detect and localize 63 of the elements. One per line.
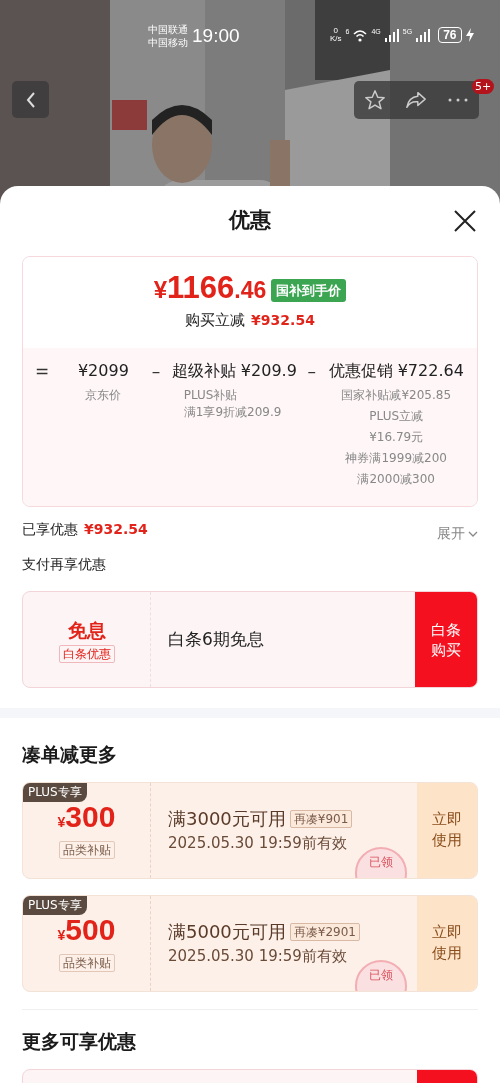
coupon-condition: 满3000元可用 <box>168 807 286 832</box>
coupon-validity: 2025.05.30 19:59前有效 <box>168 833 348 855</box>
carrier-label: 中国联通 <box>148 23 188 37</box>
close-icon <box>454 210 476 232</box>
coupon-category: 品类补贴 <box>58 840 115 859</box>
use-now-button[interactable]: 立即使用 <box>417 782 477 878</box>
baitiao-buy-button[interactable]: 白条购买 <box>415 592 477 687</box>
net-speed-unit: K/s <box>330 35 342 43</box>
breakdown-note: 国家补贴减¥205.85 <box>341 387 452 404</box>
coupon-amount: ¥500 <box>57 912 116 948</box>
section-title: 凑单减更多 <box>22 743 117 765</box>
breakdown-note: ¥16.79元 <box>369 429 424 446</box>
battery-indicator: 76 <box>438 27 462 43</box>
breakdown-note: 京东价 <box>85 387 122 404</box>
close-button[interactable] <box>452 208 478 234</box>
coupon-amount: ¥300 <box>57 799 116 835</box>
coupon-validity: 2025.05.30 19:59前有效 <box>168 946 348 968</box>
sheet-title: 优惠 <box>229 207 271 235</box>
coupon-gap: 再凑¥2901 <box>289 922 360 941</box>
more-icon <box>448 98 469 102</box>
charging-icon <box>465 28 474 42</box>
offer-text: 白条6期免息 <box>168 627 264 651</box>
coupon-condition: 满5000元可用 <box>168 920 286 945</box>
section-label: 支付再享优惠 <box>22 556 106 572</box>
reduction-value: ¥932.54 <box>251 310 315 330</box>
coupon-gap: 再凑¥901 <box>289 809 353 828</box>
carrier-label: 中国移动 <box>148 36 188 50</box>
offer-badge-tag: 白条优惠 <box>58 644 115 663</box>
operator-sign: = <box>35 360 51 383</box>
status-time: 19:00 <box>192 24 240 48</box>
claimed-stamp: 已领 <box>355 846 407 878</box>
expand-toggle[interactable]: 展开 <box>437 523 478 544</box>
net-speed: 0 <box>333 27 338 35</box>
breakdown-title: ¥2099 <box>77 360 129 382</box>
back-icon <box>25 91 36 108</box>
operator-sign: – <box>151 360 162 383</box>
offer-badge-title: 免息 <box>67 618 106 644</box>
breakdown-note: 神券满1999减200 <box>345 450 447 467</box>
signal-icon <box>416 28 431 42</box>
price-tag: 国补到手价 <box>271 278 347 303</box>
coupon-category: 品类补贴 <box>58 953 115 972</box>
reduction-label: 购买立减 <box>185 310 246 331</box>
use-now-button[interactable]: 立即使用 <box>417 895 477 991</box>
breakdown-note: 满2000减300 <box>357 471 435 488</box>
breakdown-note: PLUS补贴 <box>183 387 238 404</box>
enjoyed-label: 已享优惠 <box>22 520 78 539</box>
breakdown-note: PLUS立减 <box>369 408 424 425</box>
operator-sign: – <box>307 360 317 383</box>
section-title: 更多可享优惠 <box>22 1029 136 1052</box>
breakdown-title: 超级补贴 ¥209.9 <box>171 360 297 382</box>
chevron-icon <box>468 530 478 537</box>
breakdown-title: 优惠促销 ¥722.64 <box>328 360 464 382</box>
final-price: ¥1166.46 <box>153 273 267 307</box>
star-icon <box>363 89 386 111</box>
back-button[interactable] <box>12 81 49 118</box>
signal-icon <box>384 28 399 42</box>
wifi-icon <box>353 28 368 42</box>
share-icon <box>405 90 428 110</box>
plus-tag: PLUS专享 <box>23 895 87 915</box>
claimed-stamp: 已领 <box>355 959 407 991</box>
plus-tag: PLUS专享 <box>23 782 87 802</box>
enjoyed-value: ¥932.54 <box>84 520 148 539</box>
breakdown-note: 满1享9折减209.9 <box>183 404 282 421</box>
